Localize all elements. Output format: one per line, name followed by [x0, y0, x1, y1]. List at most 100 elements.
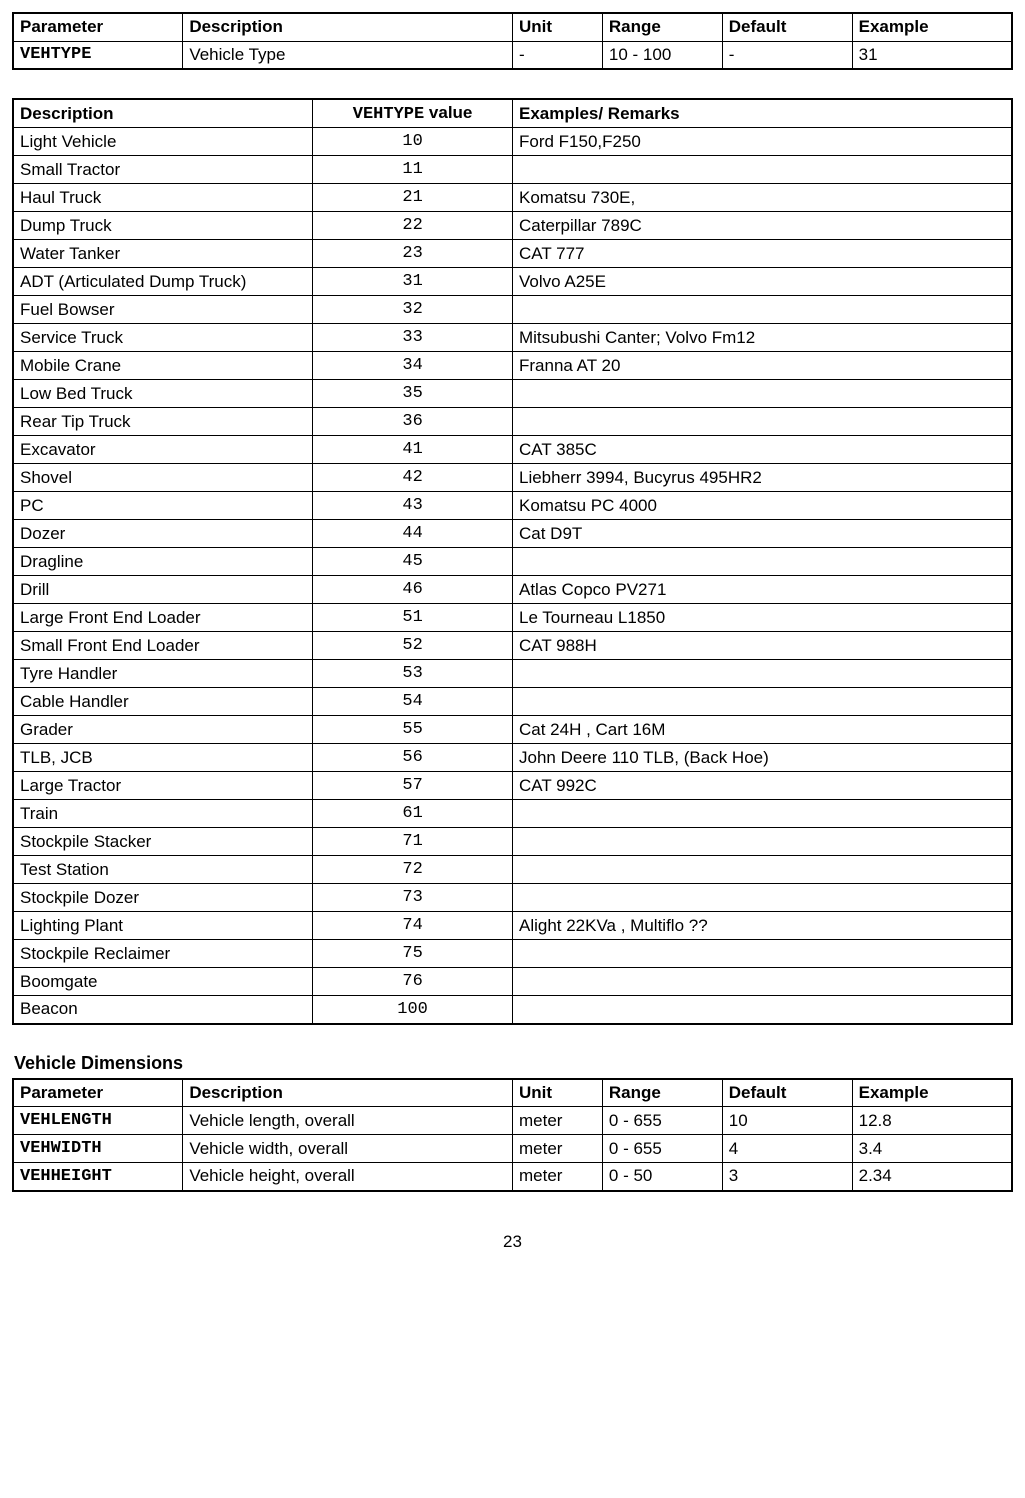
- cell-desc: Tyre Handler: [13, 660, 313, 688]
- cell-example: CAT 777: [512, 240, 1012, 268]
- parameter-table-vehtype: Parameter Description Unit Range Default…: [12, 12, 1013, 70]
- table-row: TLB, JCB56John Deere 110 TLB, (Back Hoe): [13, 744, 1012, 772]
- col-example: Example: [852, 1079, 1012, 1107]
- cell-range: 10 - 100: [602, 41, 722, 69]
- table-row: Boomgate76: [13, 968, 1012, 996]
- cell-param: VEHHEIGHT: [13, 1163, 183, 1191]
- cell-desc: Vehicle height, overall: [183, 1163, 513, 1191]
- cell-param: VEHTYPE: [13, 41, 183, 69]
- cell-value: 53: [313, 660, 513, 688]
- col-example: Example: [852, 13, 1012, 41]
- cell-example: [512, 996, 1012, 1024]
- cell-example: Liebherr 3994, Bucyrus 495HR2: [512, 464, 1012, 492]
- table-row: Service Truck33Mitsubushi Canter; Volvo …: [13, 324, 1012, 352]
- table-row: Cable Handler54: [13, 688, 1012, 716]
- cell-example: Mitsubushi Canter; Volvo Fm12: [512, 324, 1012, 352]
- cell-example: Volvo A25E: [512, 268, 1012, 296]
- cell-desc: Rear Tip Truck: [13, 408, 313, 436]
- table-row: Low Bed Truck35: [13, 380, 1012, 408]
- cell-value: 72: [313, 856, 513, 884]
- cell-desc: Lighting Plant: [13, 912, 313, 940]
- cell-example: 31: [852, 41, 1012, 69]
- cell-desc: Low Bed Truck: [13, 380, 313, 408]
- cell-value: 31: [313, 268, 513, 296]
- col-default: Default: [722, 1079, 852, 1107]
- cell-example: [512, 688, 1012, 716]
- table-row: VEHTYPE Vehicle Type - 10 - 100 - 31: [13, 41, 1012, 69]
- table-row: Small Front End Loader52CAT 988H: [13, 632, 1012, 660]
- table-header-row: Description VEHTYPE value Examples/ Rema…: [13, 99, 1012, 128]
- table-row: Large Front End Loader51Le Tourneau L185…: [13, 604, 1012, 632]
- cell-value: 42: [313, 464, 513, 492]
- cell-value: 32: [313, 296, 513, 324]
- cell-example: [512, 408, 1012, 436]
- col-parameter: Parameter: [13, 13, 183, 41]
- table-row: Rear Tip Truck36: [13, 408, 1012, 436]
- cell-desc: Water Tanker: [13, 240, 313, 268]
- cell-example: [512, 380, 1012, 408]
- table-row: Water Tanker23CAT 777: [13, 240, 1012, 268]
- cell-example: Franna AT 20: [512, 352, 1012, 380]
- cell-value: 55: [313, 716, 513, 744]
- table-row: Light Vehicle10Ford F150,F250: [13, 128, 1012, 156]
- col-vehtype-value: VEHTYPE value: [313, 99, 513, 128]
- value-word: value: [424, 103, 472, 122]
- col-range: Range: [602, 13, 722, 41]
- col-unit: Unit: [512, 1079, 602, 1107]
- cell-value: 61: [313, 800, 513, 828]
- table-row: PC43Komatsu PC 4000: [13, 492, 1012, 520]
- cell-default: 4: [722, 1135, 852, 1163]
- cell-value: 74: [313, 912, 513, 940]
- cell-value: 22: [313, 212, 513, 240]
- table-row: Grader55Cat 24H , Cart 16M: [13, 716, 1012, 744]
- col-description: Description: [13, 99, 313, 128]
- cell-example: [512, 940, 1012, 968]
- cell-desc: Beacon: [13, 996, 313, 1024]
- cell-default: -: [722, 41, 852, 69]
- cell-desc: Vehicle width, overall: [183, 1135, 513, 1163]
- cell-example: [512, 968, 1012, 996]
- cell-value: 46: [313, 576, 513, 604]
- table-row: Train61: [13, 800, 1012, 828]
- table-row: Shovel42Liebherr 3994, Bucyrus 495HR2: [13, 464, 1012, 492]
- cell-desc: Large Front End Loader: [13, 604, 313, 632]
- cell-value: 76: [313, 968, 513, 996]
- cell-value: 45: [313, 548, 513, 576]
- cell-example: CAT 992C: [512, 772, 1012, 800]
- cell-desc: Grader: [13, 716, 313, 744]
- cell-desc: TLB, JCB: [13, 744, 313, 772]
- cell-range: 0 - 655: [602, 1135, 722, 1163]
- cell-example: [512, 548, 1012, 576]
- cell-desc: Large Tractor: [13, 772, 313, 800]
- cell-value: 44: [313, 520, 513, 548]
- table-row: Haul Truck21Komatsu 730E,: [13, 184, 1012, 212]
- table-row: VEHHEIGHTVehicle height, overallmeter0 -…: [13, 1163, 1012, 1191]
- cell-example: [512, 856, 1012, 884]
- section-title-vehicle-dimensions: Vehicle Dimensions: [12, 1053, 1013, 1074]
- cell-desc: Stockpile Dozer: [13, 884, 313, 912]
- cell-example: 12.8: [852, 1107, 1012, 1135]
- table-row: Fuel Bowser32: [13, 296, 1012, 324]
- cell-example: [512, 660, 1012, 688]
- table-row: Lighting Plant74Alight 22KVa , Multiflo …: [13, 912, 1012, 940]
- cell-desc: Stockpile Stacker: [13, 828, 313, 856]
- cell-example: [512, 828, 1012, 856]
- cell-param: VEHLENGTH: [13, 1107, 183, 1135]
- cell-example: Komatsu PC 4000: [512, 492, 1012, 520]
- cell-value: 71: [313, 828, 513, 856]
- cell-example: Atlas Copco PV271: [512, 576, 1012, 604]
- table-row: Dump Truck22Caterpillar 789C: [13, 212, 1012, 240]
- cell-desc: Train: [13, 800, 313, 828]
- cell-desc: Boomgate: [13, 968, 313, 996]
- cell-param: VEHWIDTH: [13, 1135, 183, 1163]
- table-row: Mobile Crane34Franna AT 20: [13, 352, 1012, 380]
- cell-example: Caterpillar 789C: [512, 212, 1012, 240]
- cell-desc: Dozer: [13, 520, 313, 548]
- table-row: Tyre Handler53: [13, 660, 1012, 688]
- table-header-row: Parameter Description Unit Range Default…: [13, 13, 1012, 41]
- cell-example: Ford F150,F250: [512, 128, 1012, 156]
- cell-desc: Cable Handler: [13, 688, 313, 716]
- table-row: Dozer44Cat D9T: [13, 520, 1012, 548]
- cell-desc: Stockpile Reclaimer: [13, 940, 313, 968]
- col-range: Range: [602, 1079, 722, 1107]
